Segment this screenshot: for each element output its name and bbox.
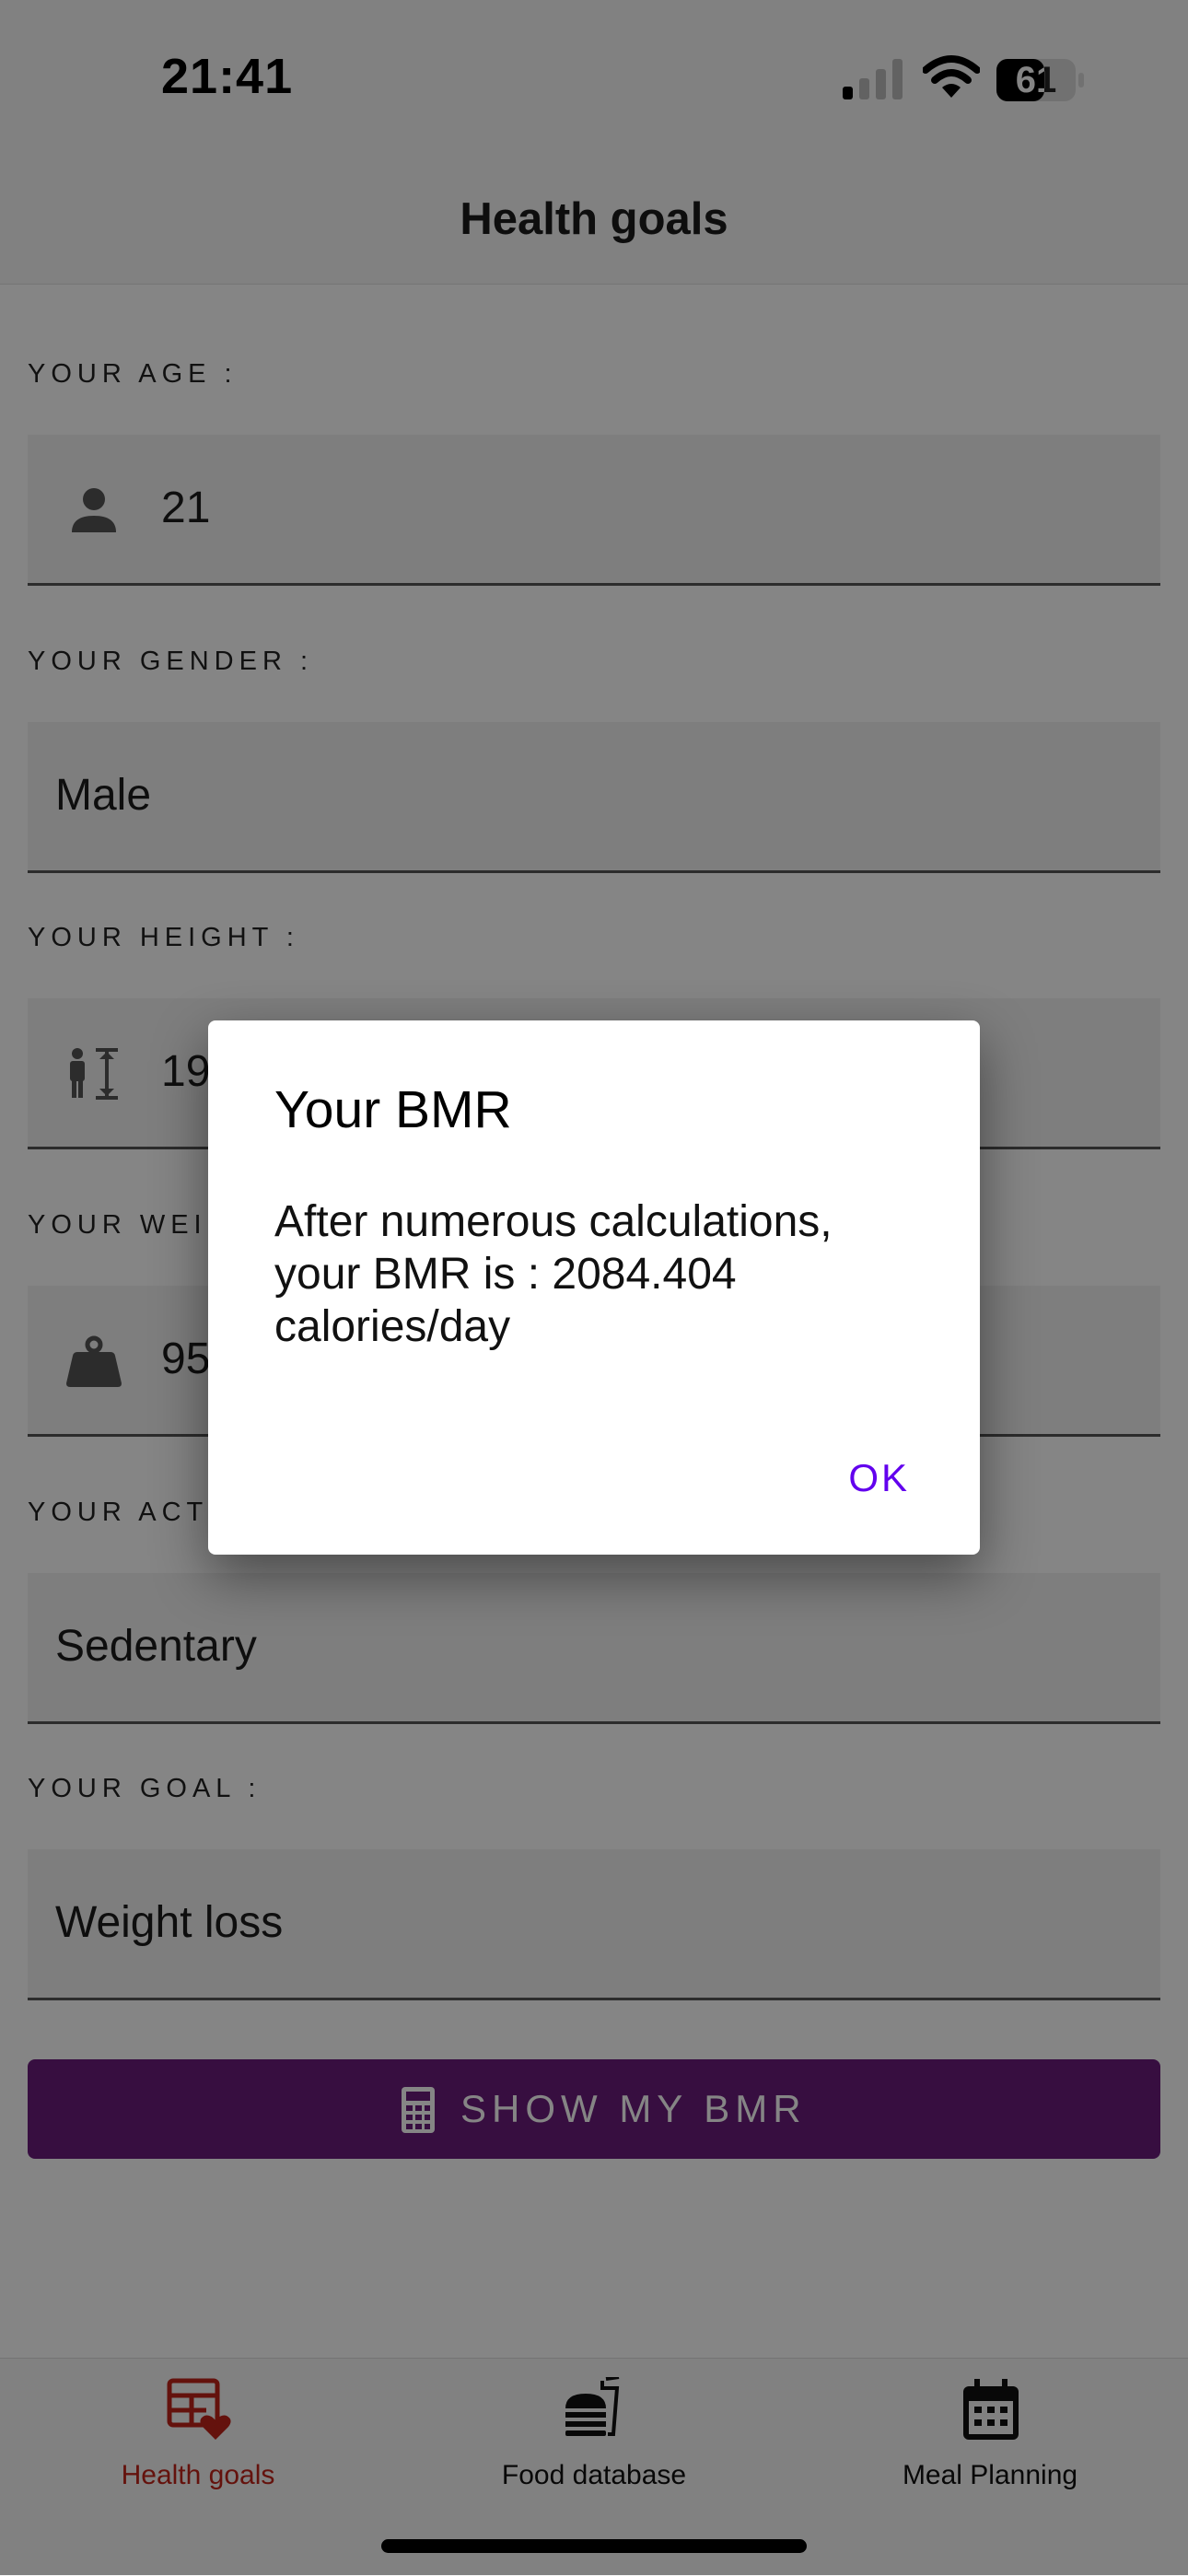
bmr-dialog: Your BMR After numerous calculations, yo… (208, 1020, 980, 1555)
app-screen: 21:41 61 Health goals YOUR AGE : 21 YOUR… (0, 0, 1188, 2576)
dialog-message: After numerous calculations, your BMR is… (274, 1197, 833, 1351)
dialog-title: Your BMR (274, 1080, 512, 1139)
ok-button[interactable]: OK (848, 1456, 910, 1500)
